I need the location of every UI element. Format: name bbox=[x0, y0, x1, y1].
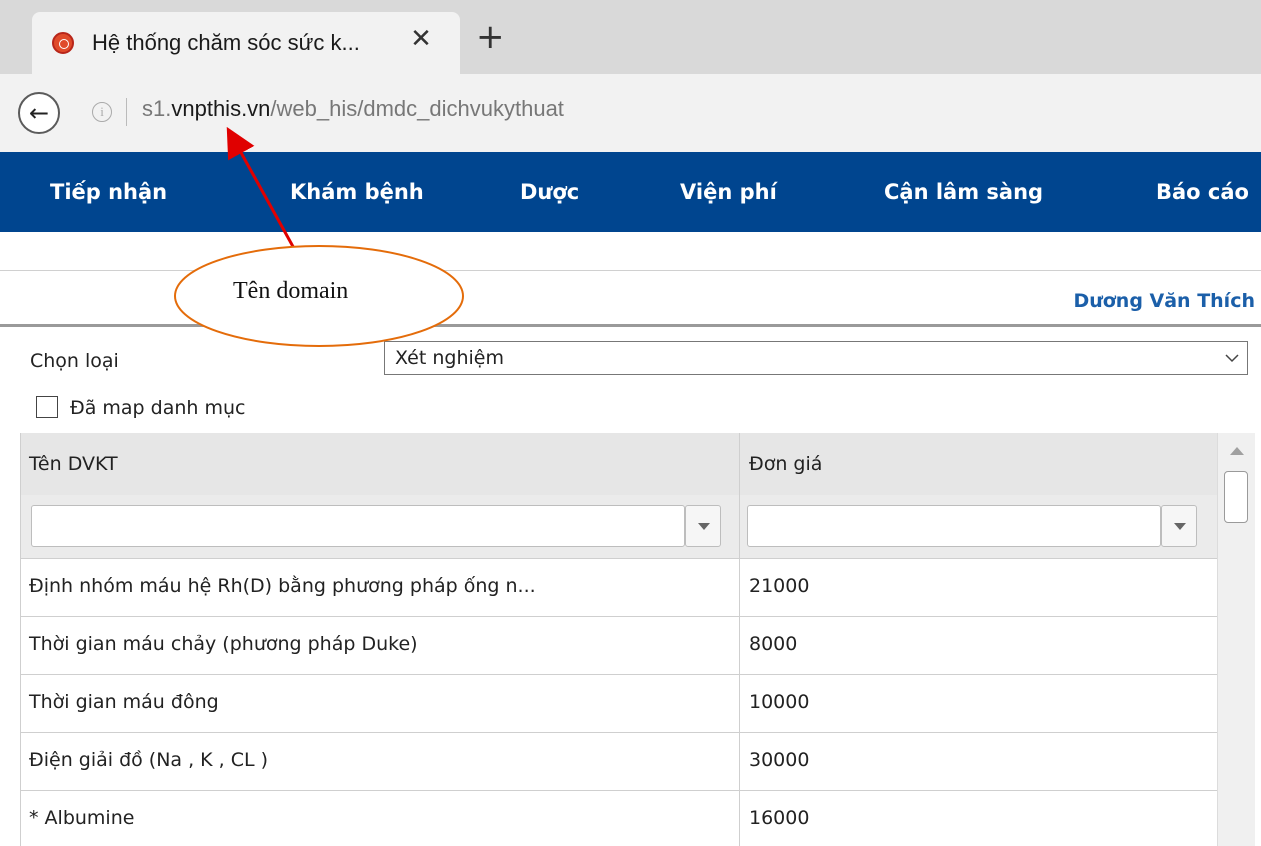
browser-tab[interactable]: Hệ thống chăm sóc sức k... ✕ bbox=[32, 12, 460, 74]
cell-name: Thời gian máu chảy (phương pháp Duke) bbox=[29, 633, 418, 655]
cell-name: * Albumine bbox=[29, 807, 135, 829]
cell-name: Thời gian máu đông bbox=[29, 691, 219, 713]
cell-price: 8000 bbox=[749, 633, 798, 655]
nav-item-bao-cao[interactable]: Báo cáo bbox=[1156, 180, 1249, 204]
mapped-checkbox-label: Đã map danh mục bbox=[70, 397, 246, 419]
table-row[interactable]: * Albumine 16000 bbox=[21, 791, 1218, 846]
nav-item-tiep-nhan[interactable]: Tiếp nhận bbox=[50, 180, 167, 204]
cell-price: 30000 bbox=[749, 749, 810, 771]
site-info-icon[interactable]: i bbox=[92, 102, 112, 122]
browser-tab-bar: Hệ thống chăm sóc sức k... ✕ + bbox=[0, 0, 1261, 74]
column-header-name[interactable]: Tên DVKT bbox=[29, 453, 118, 475]
url-field[interactable]: s1.vnpthis.vn/web_his/dmdc_dichvukythuat bbox=[142, 96, 564, 122]
filter-row bbox=[21, 495, 1218, 559]
url-path: /web_his/dmdc_dichvukythuat bbox=[270, 96, 564, 121]
nav-item-vien-phi[interactable]: Viện phí bbox=[680, 180, 777, 204]
close-tab-icon[interactable]: ✕ bbox=[406, 24, 436, 54]
type-label: Chọn loại bbox=[30, 350, 119, 372]
cell-name: Điện giải đồ (Na , K , CL ) bbox=[29, 749, 269, 771]
column-header-price[interactable]: Đơn giá bbox=[749, 453, 822, 475]
services-grid: Tên DVKT Đơn giá Định nhóm máu hệ Rh(D) … bbox=[20, 433, 1218, 846]
scrollbar-thumb[interactable] bbox=[1224, 471, 1248, 523]
site-favicon-icon bbox=[52, 32, 74, 54]
price-filter-input[interactable] bbox=[747, 505, 1161, 547]
column-separator bbox=[739, 433, 740, 846]
cell-price: 21000 bbox=[749, 575, 810, 597]
table-row[interactable]: Điện giải đồ (Na , K , CL ) 30000 bbox=[21, 733, 1218, 791]
cell-price: 10000 bbox=[749, 691, 810, 713]
url-prefix: s1. bbox=[142, 96, 172, 121]
url-separator bbox=[126, 98, 127, 126]
table-row[interactable]: Thời gian máu chảy (phương pháp Duke) 80… bbox=[21, 617, 1218, 675]
name-filter-input[interactable] bbox=[31, 505, 685, 547]
cell-name: Định nhóm máu hệ Rh(D) bằng phương pháp … bbox=[29, 575, 536, 597]
address-bar: ← i s1.vnpthis.vn/web_his/dmdc_dichvukyt… bbox=[0, 74, 1261, 153]
table-row[interactable]: Thời gian máu đông 10000 bbox=[21, 675, 1218, 733]
main-nav: Tiếp nhận Khám bệnh Dược Viện phí Cận lâ… bbox=[0, 152, 1261, 232]
price-filter-dropdown-icon[interactable] bbox=[1161, 505, 1197, 547]
nav-item-duoc[interactable]: Dược bbox=[520, 180, 579, 204]
divider bbox=[0, 270, 1261, 271]
chevron-down-icon bbox=[1225, 354, 1239, 363]
new-tab-icon[interactable]: + bbox=[476, 20, 505, 54]
user-name[interactable]: Dương Văn Thích bbox=[1073, 290, 1255, 312]
back-button[interactable]: ← bbox=[18, 92, 60, 134]
nav-item-can-lam-sang[interactable]: Cận lâm sàng bbox=[884, 180, 1043, 204]
table-row[interactable]: Định nhóm máu hệ Rh(D) bằng phương pháp … bbox=[21, 559, 1218, 617]
name-filter-dropdown-icon[interactable] bbox=[685, 505, 721, 547]
nav-item-kham-benh[interactable]: Khám bệnh bbox=[290, 180, 424, 204]
vertical-scrollbar[interactable] bbox=[1217, 433, 1255, 846]
type-select[interactable]: Xét nghiệm bbox=[384, 341, 1248, 375]
annotation-label: Tên domain bbox=[233, 278, 349, 304]
mapped-checkbox[interactable] bbox=[36, 396, 58, 418]
tab-title: Hệ thống chăm sóc sức k... bbox=[92, 30, 360, 55]
type-select-value: Xét nghiệm bbox=[395, 347, 504, 369]
url-domain: vnpthis.vn bbox=[171, 96, 271, 121]
divider bbox=[0, 324, 1261, 327]
scroll-up-icon[interactable] bbox=[1230, 447, 1244, 455]
grid-header: Tên DVKT Đơn giá bbox=[21, 433, 1218, 496]
cell-price: 16000 bbox=[749, 807, 810, 829]
